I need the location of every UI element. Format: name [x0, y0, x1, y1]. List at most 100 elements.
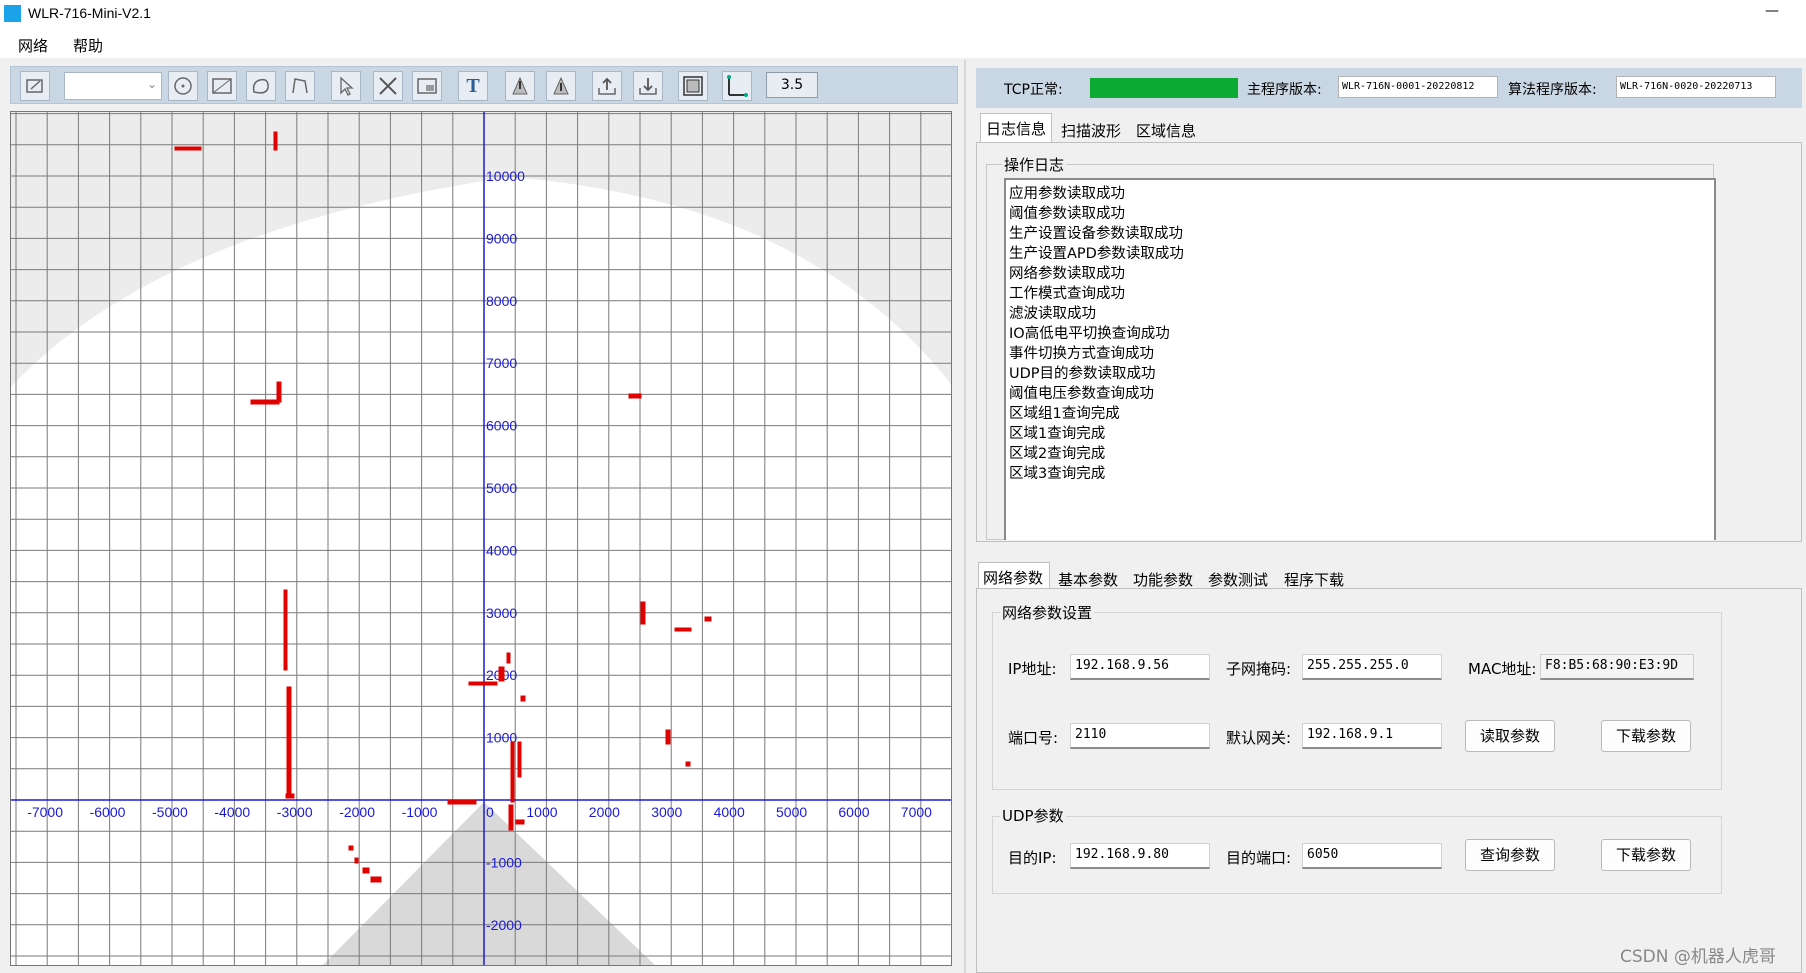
watermark: CSDN @机器人虎哥: [1620, 947, 1776, 967]
download-network-params-button[interactable]: 下载参数: [1601, 720, 1691, 752]
x-tick-label: 0: [486, 804, 494, 820]
minimize-button[interactable]: —: [1752, 0, 1792, 28]
scan-point: [665, 729, 671, 745]
y-tick-label: 6000: [486, 418, 517, 434]
select-icon[interactable]: [331, 71, 361, 101]
window-icon[interactable]: [412, 71, 442, 101]
app-icon: [4, 5, 21, 22]
scan-point: [273, 131, 278, 151]
tcp-status-label: TCP正常:: [1004, 82, 1063, 98]
x-tick-label: 2000: [589, 804, 620, 820]
text-icon[interactable]: T: [458, 71, 488, 101]
rectangle-icon[interactable]: [207, 71, 237, 101]
x-tick-label: -7000: [27, 804, 63, 820]
line-icon[interactable]: [285, 71, 315, 101]
scan-point: [704, 616, 712, 622]
network-settings-group: [992, 612, 1722, 790]
log-line: 阈值电压参数查询成功: [1009, 386, 1154, 402]
log-line: 区域3查询完成: [1009, 466, 1106, 482]
x-tick-label: -4000: [214, 804, 250, 820]
scan-point: [286, 686, 292, 798]
download-udp-params-button[interactable]: 下载参数: [1601, 839, 1691, 871]
log-line: 网络参数读取成功: [1009, 266, 1125, 282]
export-icon[interactable]: [633, 71, 663, 101]
tab-basic-params[interactable]: 基本参数: [1058, 569, 1118, 590]
log-line: 事件切换方式查询成功: [1009, 346, 1154, 362]
scan-canvas[interactable]: -7000 -6000 -5000 -4000 -3000 -2000 -1000 0 1000…: [11, 112, 952, 966]
subnet-mask-field[interactable]: 255.255.255.0: [1302, 654, 1442, 680]
log-line: UDP目的参数读取成功: [1009, 366, 1156, 382]
log-line: IO高低电平切换查询成功: [1009, 326, 1170, 342]
x-tick-label: 5000: [776, 804, 807, 820]
scan-point: [520, 695, 526, 702]
scan-point: [674, 627, 692, 632]
x-tick-label: -1000: [402, 804, 438, 820]
log-line: 区域2查询完成: [1009, 446, 1106, 462]
main-version-field: WLR-716N-0001-20220812: [1338, 76, 1498, 98]
gateway-field[interactable]: 192.168.9.1: [1302, 723, 1442, 749]
x-tick-label: 7000: [901, 804, 932, 820]
scan-point: [447, 799, 477, 805]
read-params-button[interactable]: 读取参数: [1465, 720, 1555, 752]
delete-icon[interactable]: [373, 71, 403, 101]
log-line: 生产设置设备参数读取成功: [1009, 226, 1183, 242]
scan-point: [515, 819, 525, 825]
algo-version-field: WLR-716N-0020-20220713: [1616, 76, 1776, 98]
udp-title: UDP参数: [1000, 805, 1066, 826]
fit-view-icon[interactable]: [678, 71, 708, 101]
ip-field[interactable]: 192.168.9.56: [1070, 654, 1210, 680]
scan-point: [640, 601, 646, 625]
zoom-level-field[interactable]: 3.5: [766, 72, 818, 98]
shape-select[interactable]: ⌄: [64, 72, 162, 100]
port-label: 端口号:: [1008, 729, 1059, 747]
query-params-button[interactable]: 查询参数: [1465, 839, 1555, 871]
tab-scan-waveform[interactable]: 扫描波形: [1061, 120, 1121, 141]
scan-point: [348, 845, 354, 851]
tab-function-params[interactable]: 功能参数: [1133, 569, 1193, 590]
target-ip-field[interactable]: 192.168.9.80: [1070, 843, 1210, 869]
scan-plot[interactable]: -7000 -6000 -5000 -4000 -3000 -2000 -1000 0 1000…: [10, 111, 952, 966]
scan-point: [628, 393, 642, 399]
mac-label: MAC地址:: [1468, 660, 1537, 678]
tcp-status-indicator: [1090, 78, 1238, 98]
subnet-mask-label: 子网掩码:: [1226, 660, 1292, 678]
target-ip-label: 目的IP:: [1008, 849, 1057, 867]
tab-network-params[interactable]: 网络参数: [983, 567, 1043, 588]
x-tick-label: -2000: [339, 804, 375, 820]
scan-point: [283, 589, 288, 671]
algo-version-label: 算法程序版本:: [1508, 82, 1597, 98]
tab-area-info[interactable]: 区域信息: [1136, 120, 1196, 141]
log-line: 工作模式查询成功: [1009, 286, 1125, 302]
tab-program-download[interactable]: 程序下载: [1284, 569, 1344, 590]
scan-point: [510, 741, 515, 803]
log-line: 区域组1查询完成: [1009, 406, 1120, 422]
scan-point: [370, 876, 382, 883]
y-tick-label: 4000: [486, 542, 517, 558]
import-icon[interactable]: [592, 71, 622, 101]
y-tick-label: 9000: [486, 230, 517, 246]
axis-icon[interactable]: [722, 71, 752, 101]
operation-log-list[interactable]: 应用参数读取成功 阈值参数读取成功 生产设置设备参数读取成功 生产设置APD参数…: [1004, 178, 1716, 540]
y-tick-label: 10000: [486, 168, 525, 184]
log-line: 区域1查询完成: [1009, 426, 1106, 442]
edit-icon[interactable]: [20, 71, 50, 101]
y-tick-label: 7000: [486, 355, 517, 371]
title-bar: [0, 0, 1806, 28]
upload-area-icon[interactable]: [505, 71, 535, 101]
circle-icon[interactable]: [168, 71, 198, 101]
tab-param-test[interactable]: 参数测试: [1208, 569, 1268, 590]
tab-log[interactable]: 日志信息: [986, 118, 1046, 139]
target-port-field[interactable]: 6050: [1302, 843, 1442, 869]
menu-help[interactable]: 帮助: [73, 35, 103, 56]
window-title: WLR-716-Mini-V2.1: [28, 5, 151, 21]
download-area-icon[interactable]: [546, 71, 576, 101]
log-line: 阈值参数读取成功: [1009, 206, 1125, 222]
x-tick-label: 6000: [838, 804, 869, 820]
polygon-icon[interactable]: [246, 71, 276, 101]
menu-network[interactable]: 网络: [18, 35, 48, 56]
x-tick-label: -5000: [152, 804, 188, 820]
blind-zone: [322, 802, 655, 965]
port-field[interactable]: 2110: [1070, 723, 1210, 749]
x-tick-label: -3000: [277, 804, 313, 820]
y-tick-label: -2000: [486, 917, 522, 933]
